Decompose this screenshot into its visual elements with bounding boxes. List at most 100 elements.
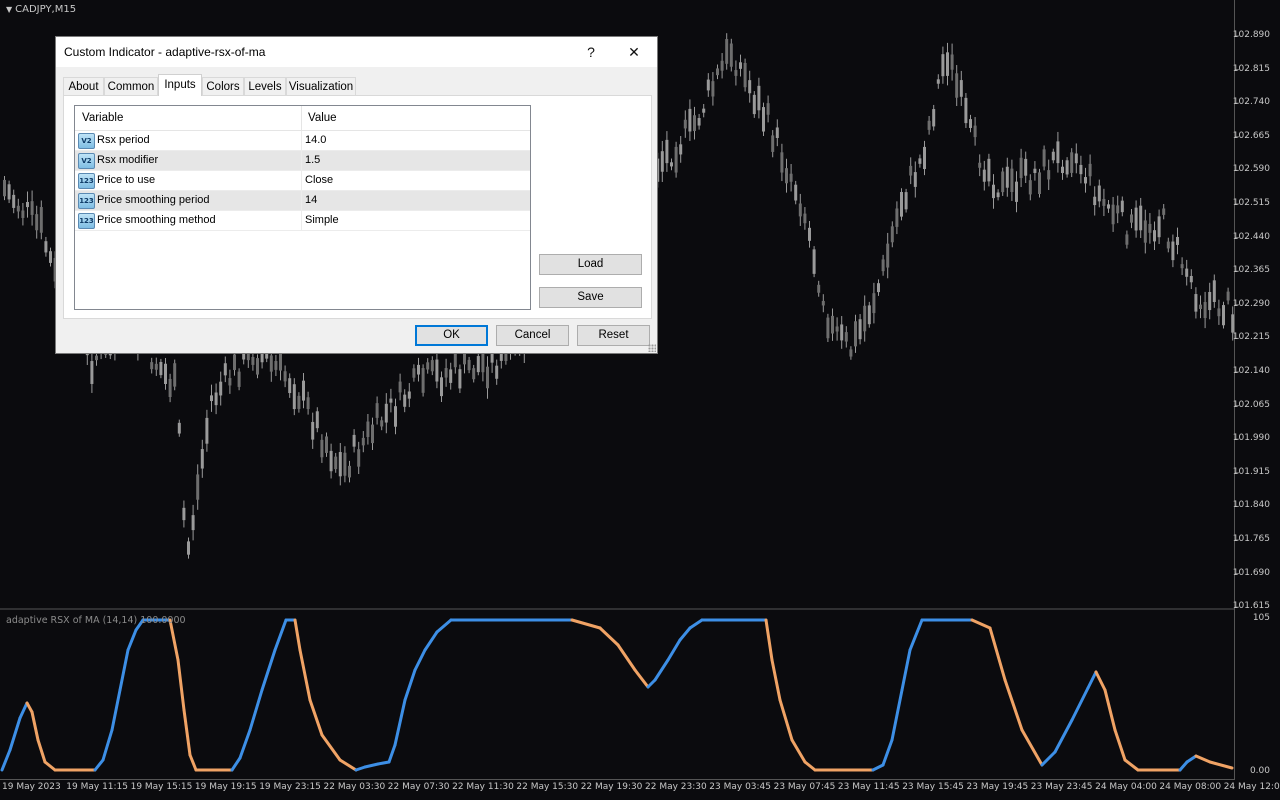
candle-body: [978, 162, 982, 168]
tab-colors[interactable]: Colors: [202, 77, 244, 95]
input-row-price-smoothing-method[interactable]: 123 Price smoothing method Simple: [75, 211, 530, 231]
candle-body: [890, 226, 894, 243]
rsx-segment: [248, 688, 264, 732]
price-axis-label: 102.590: [1232, 164, 1270, 175]
input-name: Price to use: [97, 174, 156, 186]
candle-body: [959, 80, 963, 97]
candle-body: [1139, 205, 1143, 231]
tab-inputs[interactable]: Inputs: [158, 74, 202, 96]
time-axis-label: 22 May 19:30: [580, 782, 643, 792]
time-axis-label: 23 May 19:45: [966, 782, 1029, 792]
time-axis-label: 24 May 04:00: [1095, 782, 1157, 792]
rsx-segment: [30, 710, 40, 742]
candle-body: [854, 321, 857, 347]
rsx-segment: [238, 728, 252, 760]
candle-body: [154, 363, 158, 370]
cancel-button[interactable]: Cancel: [496, 325, 569, 346]
candle-body: [720, 60, 724, 71]
candle-body: [688, 108, 692, 132]
rsx-segment: [298, 648, 312, 702]
candle-body: [44, 241, 48, 253]
candle-body: [435, 359, 439, 382]
time-axis-label: 22 May 23:30: [645, 782, 707, 792]
tab-about[interactable]: About: [63, 77, 104, 95]
dropdown-triangle-icon[interactable]: ▼: [6, 5, 12, 14]
candle-body: [361, 437, 365, 446]
price-axis-label: 101.840: [1232, 500, 1270, 511]
candle-body: [495, 365, 499, 379]
candle-body: [982, 169, 986, 182]
candle-body: [927, 120, 931, 130]
rsx-segment: [770, 658, 782, 702]
column-value[interactable]: Value: [308, 112, 337, 124]
candle-body: [481, 352, 485, 373]
load-button[interactable]: Load: [539, 254, 642, 275]
candle-body: [670, 162, 673, 167]
candle-body: [1148, 223, 1152, 233]
close-button[interactable]: ✕: [614, 40, 654, 64]
candle-body: [739, 62, 742, 69]
indicator-axis-top: 105: [1252, 613, 1270, 623]
input-row-price-to-use[interactable]: 123 Price to use Close: [75, 171, 530, 191]
input-row-rsx-period[interactable]: V2 Rsx period 14.0: [75, 131, 530, 151]
save-button[interactable]: Save: [539, 287, 642, 308]
indicator-title: adaptive RSX of MA (14,14) 100.0000: [6, 615, 186, 626]
input-value[interactable]: 14.0: [305, 134, 326, 146]
candle-body: [849, 349, 853, 357]
price-axis-ticks: [1235, 35, 1239, 608]
rsx-segment: [273, 618, 288, 652]
rsx-segment: [18, 701, 29, 720]
candle-body: [265, 354, 269, 359]
candle-body: [260, 352, 264, 363]
rsx-segment: [890, 688, 904, 742]
input-row-price-smoothing-period[interactable]: 123 Price smoothing period 14: [75, 191, 530, 211]
candle-body: [950, 54, 954, 70]
tab-visualization[interactable]: Visualization: [286, 77, 356, 95]
input-value[interactable]: 1.5: [305, 154, 320, 166]
input-value[interactable]: 14: [305, 194, 317, 206]
tab-common[interactable]: Common: [104, 77, 158, 95]
input-value[interactable]: Close: [305, 174, 333, 186]
rsx-segment: [871, 763, 885, 772]
candle-body: [1176, 236, 1179, 245]
help-button[interactable]: ?: [571, 40, 611, 64]
rsx-segment: [93, 758, 105, 772]
resize-grip-icon[interactable]: [648, 344, 656, 352]
candle-body: [467, 359, 471, 371]
candle-body: [1134, 207, 1138, 231]
input-row-rsx-modifier[interactable]: V2 Rsx modifier 1.5: [75, 151, 530, 171]
candle-body: [486, 366, 489, 389]
column-variable[interactable]: Variable: [82, 112, 123, 124]
candle-body: [923, 146, 926, 170]
candle-body: [706, 79, 710, 91]
rsx-segment: [188, 753, 198, 772]
candle-body: [444, 368, 448, 378]
candle-body: [1203, 302, 1207, 319]
candle-body: [210, 395, 213, 402]
candle-body: [1097, 185, 1101, 202]
dialog-titlebar[interactable]: Custom Indicator - adaptive-rsx-of-ma ? …: [56, 37, 657, 67]
symbol-label: CADJPY,M15: [15, 4, 77, 15]
candle-body: [348, 465, 351, 478]
candle-body: [1107, 204, 1110, 209]
candle-body: [969, 119, 972, 128]
candle-body: [159, 361, 163, 376]
price-axis-label: 102.215: [1232, 332, 1270, 343]
time-axis-label: 23 May 23:45: [1030, 782, 1093, 792]
custom-indicator-dialog: Custom Indicator - adaptive-rsx-of-ma ? …: [55, 36, 658, 354]
candle-body: [458, 369, 462, 389]
candle-body: [1231, 314, 1235, 333]
enum-value-icon: 123: [78, 173, 95, 189]
rsx-segment: [616, 643, 637, 672]
candle-body: [274, 360, 278, 370]
input-value[interactable]: Simple: [305, 214, 339, 226]
candle-body: [867, 305, 871, 325]
candle-body: [389, 398, 393, 403]
candle-body: [283, 371, 287, 382]
ok-button[interactable]: OK: [415, 325, 488, 346]
rsx-segment: [338, 758, 358, 772]
tab-levels[interactable]: Levels: [244, 77, 286, 95]
candle-body: [752, 94, 756, 115]
candle-body: [679, 144, 683, 155]
reset-button[interactable]: Reset: [577, 325, 650, 346]
